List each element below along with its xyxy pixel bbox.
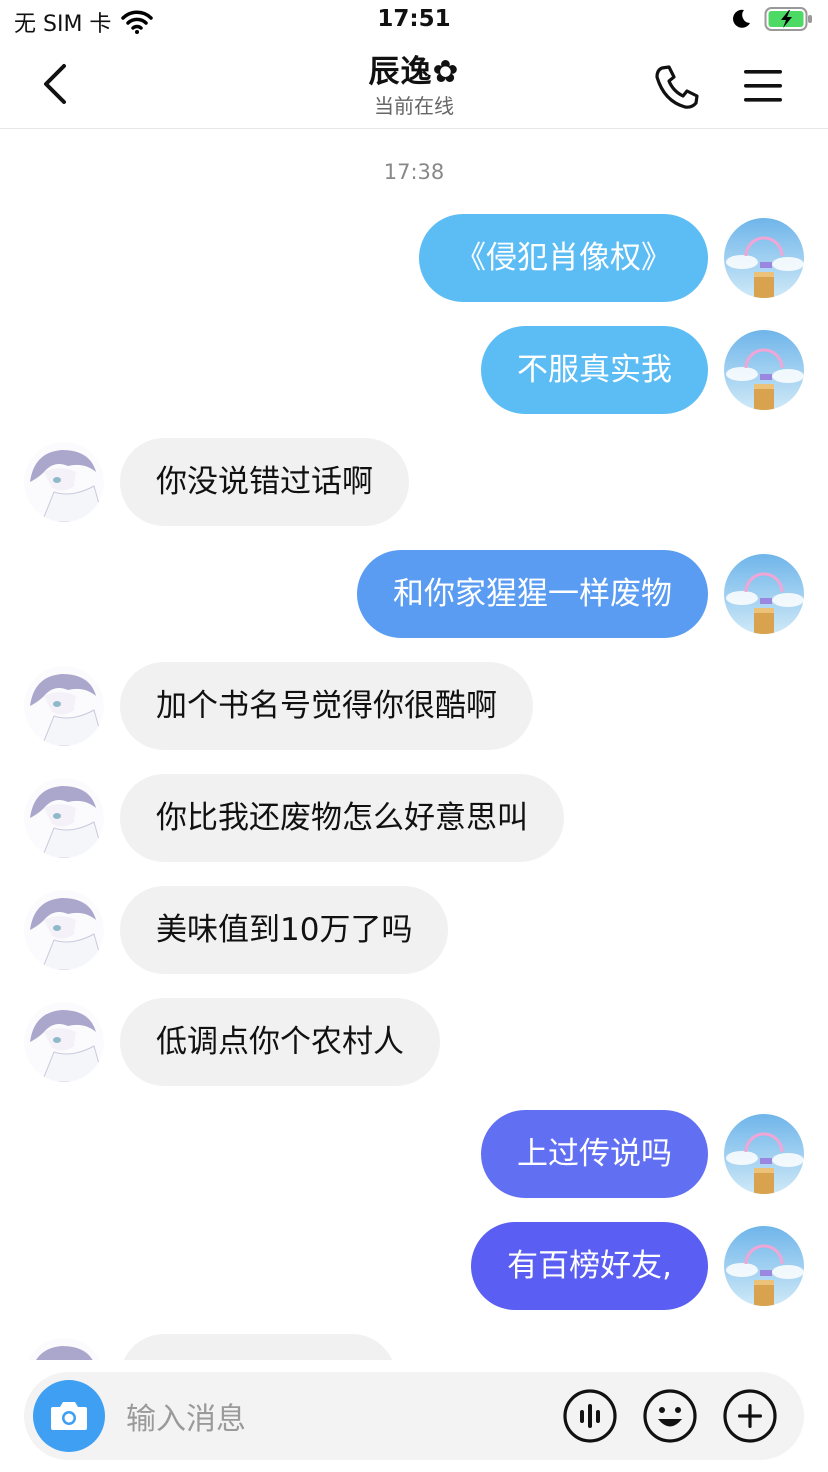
message-timestamp: 17:38 [383,160,445,184]
received-message-bubble[interactable] [120,1334,396,1360]
message-list[interactable]: 17:38 《侵犯肖像权》 不服真实我 你没说错过话啊 和你家猩猩一样废物 加个… [0,128,828,1360]
chat-header: 辰逸✿ 当前在线 [0,44,828,129]
sent-message-bubble[interactable]: 上过传说吗 [481,1110,708,1198]
contact-avatar[interactable] [24,1338,104,1360]
received-message-bubble[interactable]: 低调点你个农村人 [120,998,440,1086]
moon-icon [733,9,750,28]
sent-message-bubble[interactable]: 有百榜好友, [471,1222,708,1310]
voice-icon[interactable] [562,1388,618,1444]
battery-icon [764,7,812,31]
my-avatar[interactable] [724,1114,804,1194]
message-placeholder: 输入消息 [126,1402,246,1437]
my-avatar[interactable] [724,1226,804,1306]
status-bar: 无 SIM 卡 17:51 [0,0,828,44]
status-time: 17:51 [377,6,451,32]
received-message-bubble[interactable]: 你比我还废物怎么好意思叫 [120,774,564,862]
contact-avatar[interactable] [24,442,104,522]
contact-name[interactable]: 辰逸✿ [0,46,828,91]
sent-message-bubble[interactable]: 不服真实我 [481,326,708,414]
camera-button[interactable] [33,1380,105,1452]
phone-icon[interactable] [652,62,702,112]
sent-message-bubble[interactable]: 和你家猩猩一样废物 [357,550,708,638]
my-avatar[interactable] [724,330,804,410]
contact-avatar[interactable] [24,1002,104,1082]
received-message-bubble[interactable]: 加个书名号觉得你很酷啊 [120,662,533,750]
camera-icon [51,1402,87,1430]
sent-message-bubble[interactable]: 《侵犯肖像权》 [419,214,708,302]
status-right [730,6,814,32]
online-status: 当前在线 [374,94,454,118]
my-avatar[interactable] [724,218,804,298]
received-message-bubble[interactable]: 你没说错过话啊 [120,438,409,526]
input-bar: 输入消息 [0,1360,828,1472]
plus-icon[interactable] [722,1388,778,1444]
my-avatar[interactable] [724,554,804,634]
emoji-icon[interactable] [642,1388,698,1444]
menu-icon[interactable] [742,66,786,106]
contact-avatar[interactable] [24,666,104,746]
contact-avatar[interactable] [24,890,104,970]
received-message-bubble[interactable]: 美味值到10万了吗 [120,886,449,974]
contact-avatar[interactable] [24,778,104,858]
